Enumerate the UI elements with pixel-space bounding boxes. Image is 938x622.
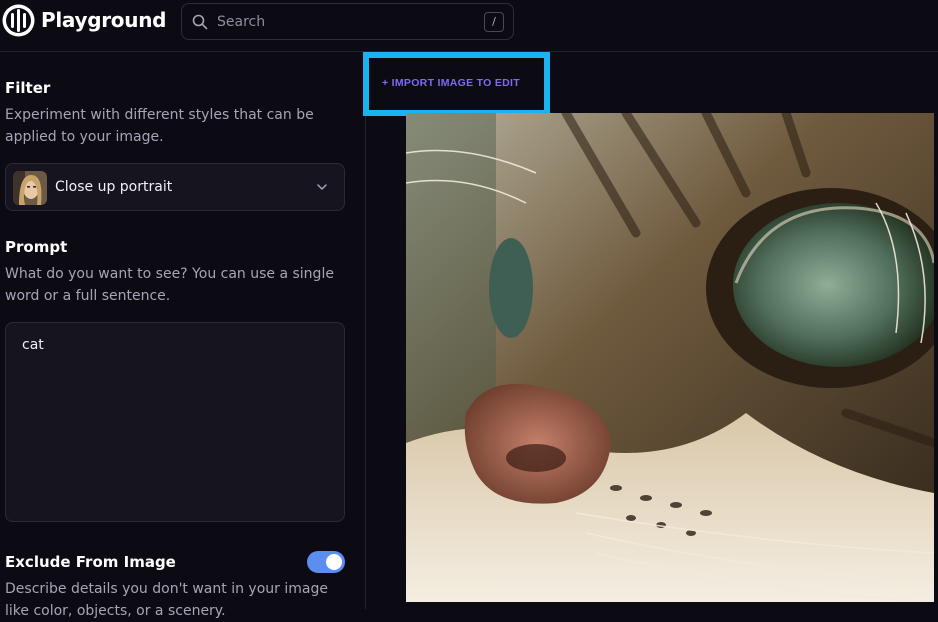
playground-logo-icon[interactable] xyxy=(2,4,35,37)
import-image-button[interactable]: + IMPORT IMAGE TO EDIT xyxy=(363,52,550,116)
filter-select[interactable]: Close up portrait xyxy=(5,163,345,211)
settings-sidebar: Filter Experiment with different styles … xyxy=(0,53,366,619)
generated-image[interactable] xyxy=(406,113,934,602)
top-bar: Playground Search / xyxy=(0,0,938,52)
search-icon xyxy=(192,14,208,30)
filter-selected-label: Close up portrait xyxy=(55,179,173,195)
app-title[interactable]: Playground xyxy=(41,8,166,32)
search-shortcut-hint: / xyxy=(484,12,504,32)
prompt-description: What do you want to see? You can use a s… xyxy=(5,266,334,304)
search-bar[interactable]: Search / xyxy=(181,3,514,40)
exclude-title: Exclude From Image xyxy=(5,553,176,571)
exclude-toggle[interactable] xyxy=(307,551,345,573)
toggle-knob xyxy=(326,554,342,570)
filter-description: Experiment with different styles that ca… xyxy=(5,107,314,145)
import-image-label: + IMPORT IMAGE TO EDIT xyxy=(382,77,520,89)
search-placeholder[interactable]: Search xyxy=(217,14,265,30)
prompt-title: Prompt xyxy=(5,238,68,256)
cat-closeup-image xyxy=(406,113,934,602)
filter-thumbnail xyxy=(13,171,47,205)
prompt-input[interactable]: cat xyxy=(5,322,345,522)
chevron-down-icon xyxy=(317,184,327,190)
filter-title: Filter xyxy=(5,79,51,97)
exclude-description: Describe details you don't want in your … xyxy=(5,581,328,619)
